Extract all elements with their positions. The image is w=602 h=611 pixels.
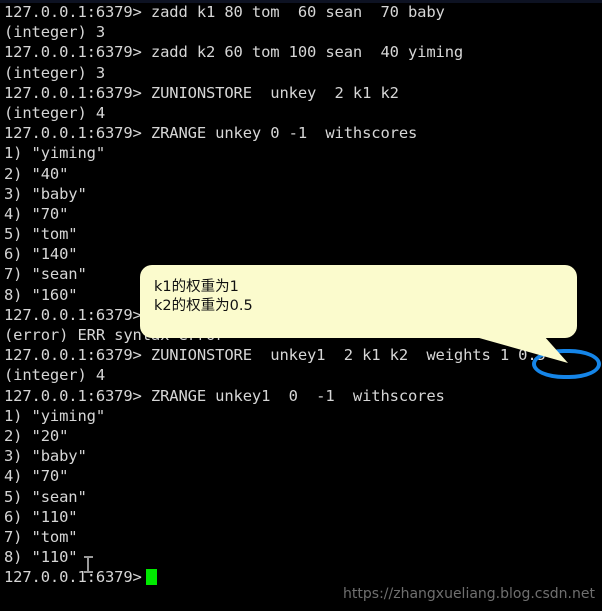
terminal-line: 127.0.0.1:6379> zadd k2 60 tom 100 sean …	[4, 43, 464, 62]
watermark-url: https://zhangxueliang.blog.csdn.net	[343, 586, 595, 602]
terminal-line: (integer) 4	[4, 366, 105, 385]
terminal-line: 8) "110"	[4, 548, 78, 567]
terminal-line: (integer) 3	[4, 23, 105, 42]
prompt-text: 127.0.0.1:6379>	[4, 568, 142, 587]
text-cursor	[145, 569, 157, 586]
terminal-line: 127.0.0.1:6379> ZUNIONSTORE unkey 2 k1 k…	[4, 83, 399, 102]
terminal-line: 4) "70"	[4, 467, 69, 486]
terminal-line: 1) "yiming"	[4, 144, 105, 163]
terminal-line: 127.0.0.1:6379> ZRANGE unkey1 0 -1 withs…	[4, 386, 445, 405]
terminal-line: 2) "20"	[4, 426, 69, 445]
terminal-line: (integer) 4	[4, 103, 105, 122]
callout-text: k1的权重为1 k2的权重为0.5	[154, 279, 253, 314]
terminal-line: 7) "tom"	[4, 527, 78, 546]
mouse-ibeam-cursor	[83, 555, 93, 574]
terminal-prompt-line[interactable]: 127.0.0.1:6379>	[4, 567, 602, 587]
terminal-line: 3) "baby"	[4, 447, 87, 466]
terminal-line: 1) "yiming"	[4, 406, 105, 425]
annotation-callout: k1的权重为1 k2的权重为0.5	[140, 265, 577, 363]
terminal-line: 127.0.0.1:6379> zadd k1 80 tom 60 sean 7…	[4, 3, 445, 21]
terminal-line: 3) "baby"	[4, 184, 87, 203]
terminal-window[interactable]: 127.0.0.1:6379> zadd k1 80 tom 60 sean 7…	[0, 0, 602, 611]
terminal-line: 6) "110"	[4, 507, 78, 526]
terminal-line: 5) "tom"	[4, 225, 78, 244]
terminal-line: 5) "sean"	[4, 487, 87, 506]
terminal-line: (integer) 3	[4, 63, 105, 82]
terminal-line: 6) "140"	[4, 245, 78, 264]
terminal-line: 127.0.0.1:6379> ZRANGE unkey 0 -1 withsc…	[4, 124, 418, 143]
terminal-line: 4) "70"	[4, 204, 69, 223]
terminal-line: 2) "40"	[4, 164, 69, 183]
